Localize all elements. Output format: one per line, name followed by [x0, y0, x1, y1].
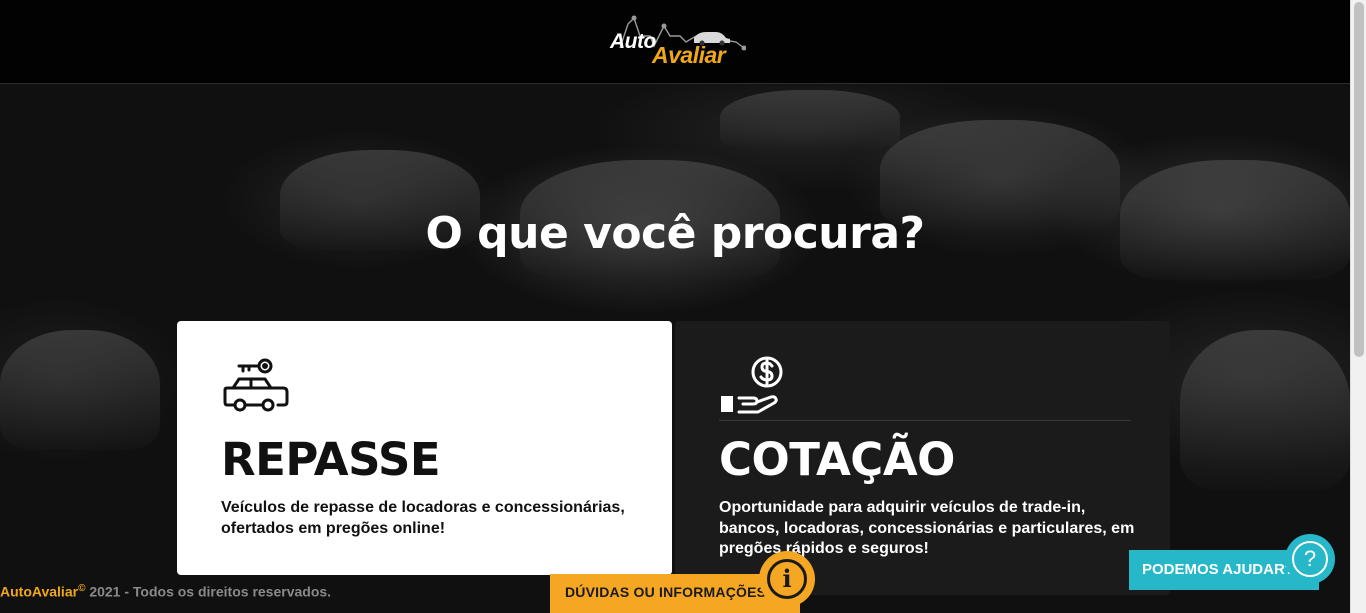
info-icon: i: [767, 559, 807, 599]
info-button[interactable]: i: [759, 551, 815, 607]
scrollbar-thumb[interactable]: [1354, 2, 1364, 357]
page-title: O que você procura?: [425, 208, 925, 259]
repasse-card[interactable]: REPASSE Veículos de repasse de locadoras…: [177, 321, 672, 575]
footer-rights: 2021 - Todos os direitos reservados.: [85, 583, 332, 600]
repasse-title: REPASSE: [221, 433, 441, 486]
logo-text-avaliar: Avaliar: [652, 42, 726, 68]
cotacao-title: COTAÇÃO: [719, 433, 955, 486]
autoavaliar-logo[interactable]: Auto Avaliar: [606, 12, 746, 70]
footer-brand[interactable]: AutoAvaliar: [0, 584, 78, 600]
logo-text-auto: Auto: [610, 30, 656, 53]
cotacao-divider: [719, 420, 1131, 421]
hand-coin-icon: [721, 356, 783, 414]
vertical-scrollbar[interactable]: [1350, 0, 1366, 613]
site-header: Auto Avaliar: [0, 0, 1350, 84]
help-chat-circle[interactable]: ?: [1285, 534, 1335, 584]
cotacao-card[interactable]: COTAÇÃO Oportunidade para adquirir veícu…: [675, 321, 1170, 595]
repasse-description: Veículos de repasse de locadoras e conce…: [221, 499, 625, 537]
cotacao-description: Oportunidade para adquirir veículos de t…: [719, 499, 1135, 557]
car-key-icon: [223, 358, 289, 412]
copyright-text: AutoAvaliar© 2021 - Todos os direitos re…: [0, 583, 331, 600]
question-icon: ?: [1292, 541, 1328, 577]
